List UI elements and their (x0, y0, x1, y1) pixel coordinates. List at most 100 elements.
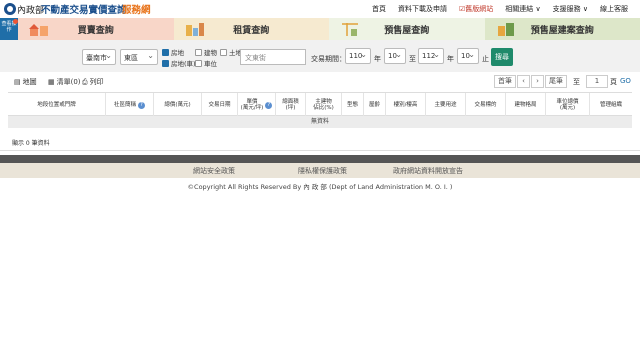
footer-links: 網站安全政策 隱私權保護政策 政府網站資料開放宣告 (0, 163, 640, 178)
help-icon[interactable]: ? (138, 101, 145, 109)
year-unit-2: 年 (447, 55, 454, 63)
to-label: 至 (409, 55, 416, 63)
list-icon: ▦ (48, 78, 55, 86)
nav-support[interactable]: 支援服務 ∨ (547, 4, 594, 14)
crane-icon (342, 23, 358, 36)
total-count: 顯示 0 筆資料 (12, 140, 50, 147)
last-page-button[interactable]: 尾筆 (545, 75, 567, 88)
nav-online-service[interactable]: 線上客服 (594, 4, 634, 14)
no-data-row: 無資料 (8, 116, 632, 128)
type-checkbox-house-land[interactable]: 房地 (162, 47, 184, 57)
nav-old-site[interactable]: ☑舊版網站 (453, 4, 499, 14)
period-label: 交易期間： (311, 55, 346, 63)
footer-link-security[interactable]: 網站安全政策 (193, 166, 235, 176)
divider (0, 150, 640, 151)
type-building-label: 建物 (204, 49, 217, 57)
map-view-button[interactable]: ▤ 地圖 (14, 77, 37, 87)
query-tabs: 查看操作 買賣查詢 租賃查詢 預售屋查詢 預售屋建案查詢 (0, 18, 640, 40)
help-icon[interactable]: ? (265, 101, 273, 109)
type-checkbox-parking[interactable]: 車位 (195, 58, 217, 68)
col-community[interactable]: 社區簡稱? (106, 93, 154, 117)
tab-rent[interactable]: 租賃查詢 (173, 18, 329, 40)
tab-presale-project-label: 預售屋建案查詢 (530, 25, 594, 36)
logo-ministry-text[interactable]: 內政部 (17, 3, 44, 16)
result-toolbar: ▤ 地圖 ▦ 清單(0) ⎙ 列印 首筆 ‹ › 尾筆 至 1 頁 GO (8, 74, 632, 90)
district-select[interactable]: 東區 (120, 49, 158, 65)
type-house-parking-label: 房地(車) (171, 60, 196, 68)
footer-link-open-data[interactable]: 政府網站資料開放宣告 (393, 166, 463, 176)
results-table-header: 地段位置或門牌 社區簡稱? 總價(萬元) 交易日期 單價 (萬元/坪)? 總面積(… (8, 92, 632, 117)
map-icon: ▤ (14, 78, 21, 86)
tab-presale[interactable]: 預售屋查詢 (329, 18, 485, 40)
col-community-label: 社區簡稱 (113, 102, 136, 108)
type-checkbox-house-parking[interactable]: 房地(車) (162, 58, 196, 68)
next-page-button[interactable]: › (531, 75, 544, 88)
top-nav: 首頁 資料下載及申請 ☑舊版網站 相關連結 ∨ 支援服務 ∨ 線上客服 (366, 4, 634, 14)
col-unit-price[interactable]: 單價 (萬元/坪)? (238, 93, 276, 117)
list-view-button[interactable]: ▦ 清單(0) (48, 77, 81, 87)
page-number-input[interactable]: 1 (586, 75, 608, 88)
copyright-text: ©Copyright All Rights Reserved By 內 政 部 … (187, 183, 453, 191)
goto-label: 至 (573, 78, 580, 86)
footer-top-bar (0, 155, 640, 163)
end-year-select[interactable]: 112 (418, 48, 444, 64)
col-total-price[interactable]: 總價(萬元) (154, 93, 202, 117)
col-building-type[interactable]: 型態 (342, 93, 364, 117)
year-unit-1: 年 (374, 55, 381, 63)
type-house-land-label: 房地 (171, 49, 184, 57)
road-input[interactable]: 文東街 (240, 49, 306, 65)
page-unit-label: 頁 (610, 78, 617, 86)
tab-rent-label: 租賃查詢 (233, 25, 270, 36)
col-floor[interactable]: 樓別/樓高 (386, 93, 426, 117)
end-month-select[interactable]: 10 (457, 48, 479, 64)
col-main-building-ratio[interactable]: 主建物 佔比(%) (306, 93, 342, 117)
col-layout[interactable]: 建物格局 (506, 93, 546, 117)
checkbox-checked-icon (162, 48, 169, 56)
checkbox-empty-icon (220, 48, 227, 56)
start-month-select[interactable]: 10 (384, 48, 406, 64)
ministry-logo-icon[interactable] (4, 3, 16, 15)
col-management[interactable]: 管理組織 (590, 93, 632, 117)
top-bar: 內政部 不動產交易實價查詢 服務網 首頁 資料下載及申請 ☑舊版網站 相關連結 … (0, 0, 640, 18)
checkbox-empty-icon (195, 59, 202, 67)
list-label: 清單(0) (56, 78, 81, 86)
map-label: 地圖 (22, 78, 37, 86)
tab-sale-label: 買賣查詢 (77, 25, 114, 36)
tab-sale[interactable]: 買賣查詢 (18, 18, 174, 40)
printer-icon: ⎙ (82, 77, 88, 86)
nav-download[interactable]: 資料下載及申請 (392, 4, 453, 14)
col-main-use[interactable]: 主要用途 (426, 93, 466, 117)
buildings-icon (185, 23, 204, 36)
house-icon (29, 24, 48, 36)
tab-presale-label: 預售屋查詢 (384, 25, 430, 36)
operation-guide-button[interactable]: 查看操作 (0, 18, 18, 40)
checkbox-checked-icon (162, 59, 169, 67)
type-parking-label: 車位 (204, 60, 217, 68)
start-year-select[interactable]: 110 (345, 48, 371, 64)
col-building-age[interactable]: 屋齡 (364, 93, 386, 117)
project-building-icon (497, 23, 514, 36)
col-address[interactable]: 地段位置或門牌 (8, 93, 106, 117)
go-button[interactable]: GO (620, 77, 631, 85)
checkbox-empty-icon (195, 48, 202, 56)
print-button[interactable]: ⎙ 列印 (82, 77, 104, 87)
col-trade-date[interactable]: 交易日期 (202, 93, 238, 117)
col-trade-target[interactable]: 交易標的 (466, 93, 506, 117)
col-unit-price-label: 單價 (萬元/坪) (240, 99, 264, 111)
print-label: 列印 (89, 78, 104, 86)
first-page-button[interactable]: 首筆 (494, 75, 516, 88)
city-select[interactable]: 臺南市 (82, 49, 116, 65)
prev-page-button[interactable]: ‹ (517, 75, 530, 88)
logo-site-suffix[interactable]: 服務網 (122, 2, 151, 16)
col-parking-price[interactable]: 車位總價 (萬元) (546, 93, 590, 117)
col-total-area[interactable]: 總面積 (坪) (276, 93, 306, 117)
type-checkbox-land[interactable]: 土地 (220, 47, 242, 57)
nav-home[interactable]: 首頁 (366, 4, 392, 14)
end-label: 止 (482, 55, 489, 63)
nav-related-links[interactable]: 相關連結 ∨ (499, 4, 546, 14)
search-button[interactable]: 搜尋 (491, 48, 513, 66)
type-checkbox-building[interactable]: 建物 (195, 47, 217, 57)
footer-link-privacy[interactable]: 隱私權保護政策 (298, 166, 347, 176)
tab-presale-project[interactable]: 預售屋建案查詢 (484, 18, 640, 40)
logo-site-title[interactable]: 不動產交易實價查詢 (41, 2, 127, 16)
